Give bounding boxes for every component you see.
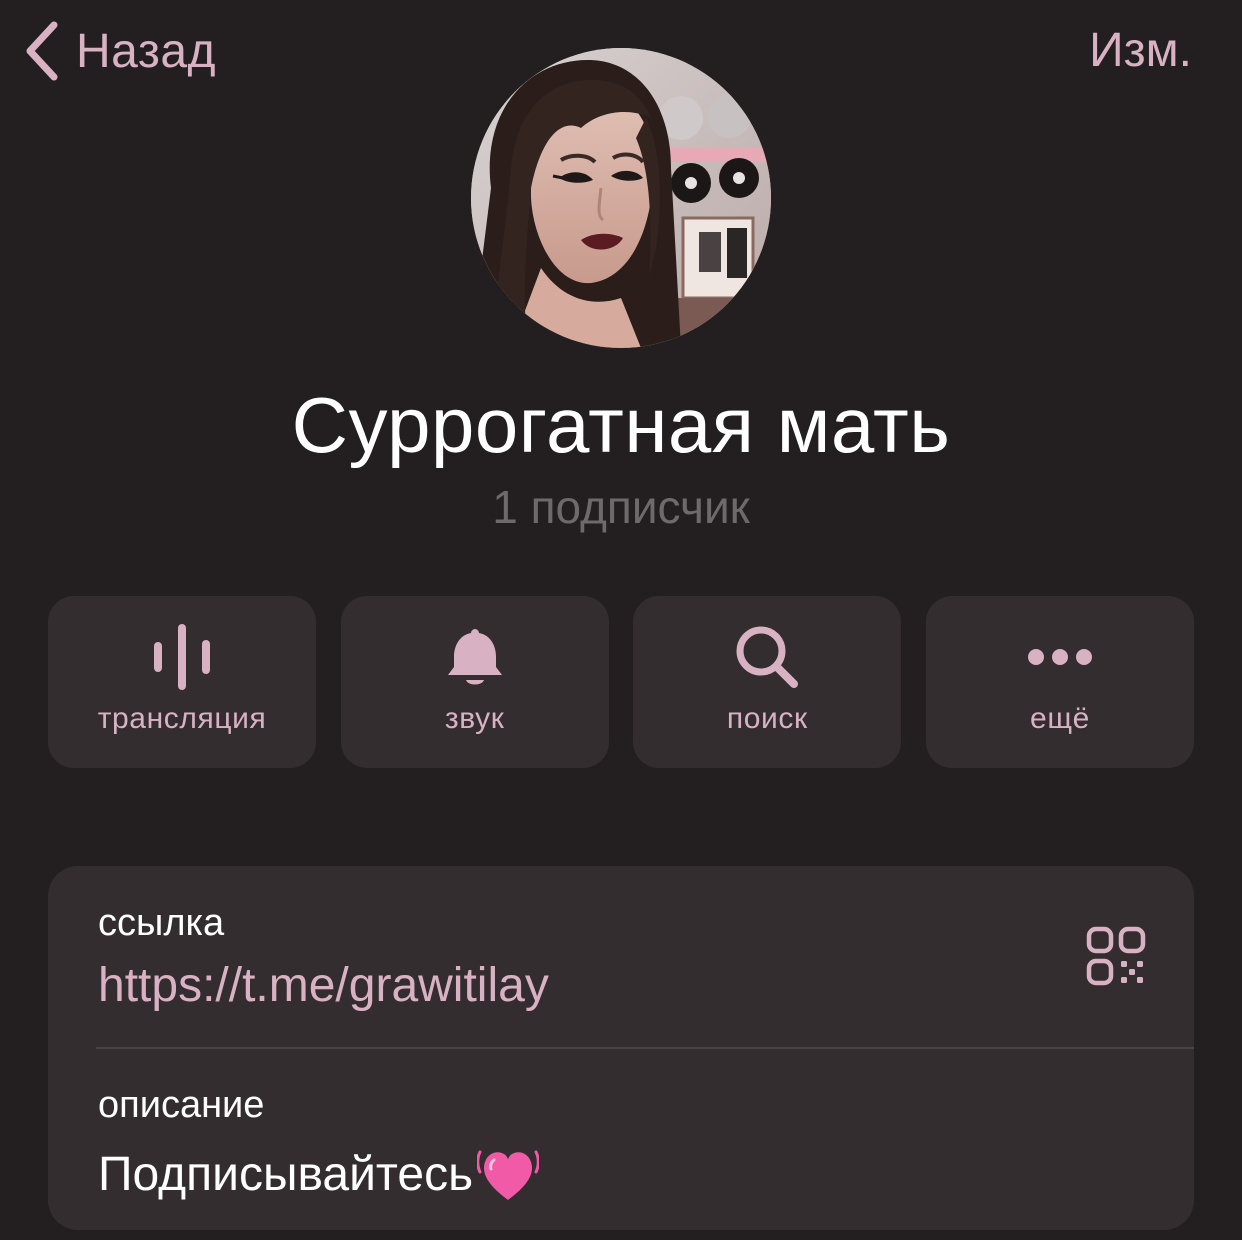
qr-code-icon[interactable] <box>1086 926 1146 986</box>
bell-icon <box>447 629 502 685</box>
edit-button[interactable]: Изм. <box>1089 16 1192 86</box>
back-button[interactable]: Назад <box>22 16 216 86</box>
more-dots-icon <box>1027 649 1092 665</box>
live-stream-button[interactable]: трансляция <box>48 596 316 768</box>
description-value: Подписывайтесь <box>98 1144 540 1204</box>
channel-title: Суррогатная мать <box>291 381 951 469</box>
link-label: ссылка <box>98 902 225 944</box>
description-row: описание Подписывайтесь <box>98 1048 1194 1230</box>
link-value[interactable]: https://t.me/grawitilay <box>98 958 549 1013</box>
search-icon <box>736 626 799 688</box>
live-stream-button-label: трансляция <box>97 702 267 735</box>
info-card: ссылка https://t.me/grawitilay описание … <box>48 866 1194 1230</box>
link-row[interactable]: ссылка https://t.me/grawitilay <box>98 866 1194 1048</box>
chevron-left-icon <box>26 21 58 81</box>
waveform-icon <box>154 624 210 690</box>
description-text: Подписывайтесь <box>98 1147 474 1201</box>
description-label: описание <box>98 1084 265 1126</box>
more-button-label: ещё <box>1030 702 1090 735</box>
action-bar: трансляция звук поиск ещё <box>48 596 1194 768</box>
sound-button[interactable]: звук <box>340 596 609 768</box>
sound-button-label: звук <box>444 702 505 735</box>
avatar-photo <box>471 48 771 348</box>
subscriber-count: 1 подписчик <box>492 481 750 533</box>
channel-avatar[interactable] <box>471 48 771 348</box>
more-button[interactable]: ещё <box>925 596 1194 768</box>
search-button[interactable]: поиск <box>633 596 902 768</box>
back-button-label: Назад <box>76 24 217 78</box>
search-button-label: поиск <box>726 702 808 735</box>
beating-heart-icon <box>477 1150 540 1200</box>
